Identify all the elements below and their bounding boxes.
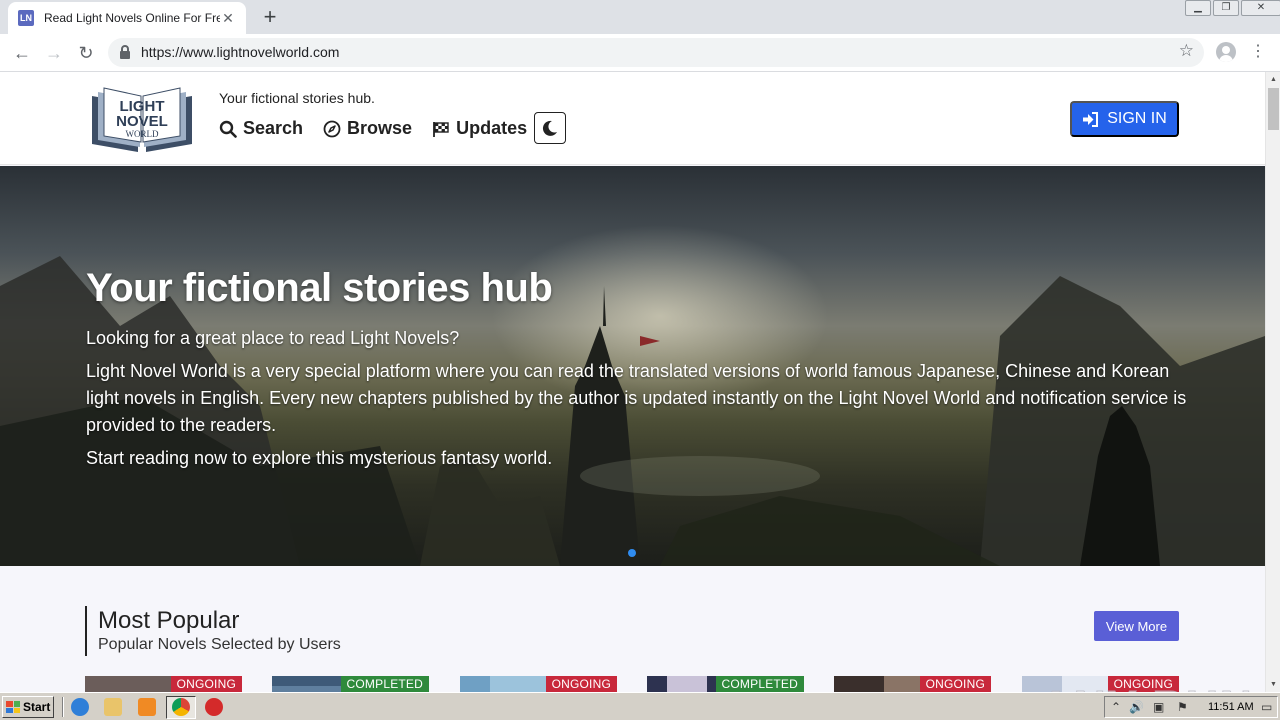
- nav-search-label: Search: [243, 118, 304, 138]
- logo-line-3: WORLD: [126, 129, 159, 139]
- show-desktop-icon[interactable]: ▭: [1261, 700, 1272, 714]
- nav-updates[interactable]: Updates: [432, 118, 527, 139]
- network-icon[interactable]: ▣: [1153, 700, 1164, 714]
- reload-icon[interactable]: ↻: [74, 41, 98, 65]
- lock-icon: [120, 45, 130, 59]
- status-badge: ONGOING: [919, 676, 991, 692]
- search-icon: [219, 120, 237, 138]
- folder-icon[interactable]: [104, 698, 122, 716]
- moon-icon: [542, 120, 557, 136]
- sign-in-button[interactable]: SIGN IN: [1070, 101, 1179, 137]
- hero-call-to-action: Start reading now to explore this myster…: [86, 448, 553, 468]
- status-badge: ONGOING: [545, 676, 617, 692]
- site-tagline: Your fictional stories hub.: [219, 90, 375, 106]
- section-title: Most Popular: [98, 607, 240, 634]
- novel-card[interactable]: ONGOING: [85, 676, 242, 692]
- page-scrollbar[interactable]: ▲ ▼: [1265, 72, 1280, 692]
- scroll-up-icon[interactable]: ▲: [1266, 72, 1280, 87]
- status-badge: COMPLETED: [340, 676, 429, 692]
- taskbar-clock[interactable]: 11:51 AM: [1208, 701, 1254, 713]
- nav-browse-label: Browse: [347, 118, 413, 138]
- site-header: LIGHT NOVEL WORLD Your fictional stories…: [0, 72, 1265, 165]
- logo-line-2: NOVEL: [116, 113, 168, 130]
- nav-browse[interactable]: Browse: [323, 118, 412, 139]
- most-popular-section: Most Popular Popular Novels Selected by …: [85, 606, 1179, 656]
- media-player-icon[interactable]: [138, 698, 156, 716]
- tab-close-icon[interactable]: ✕: [220, 10, 236, 27]
- novel-card[interactable]: ONGOING: [834, 676, 991, 692]
- minimize-icon[interactable]: ▁: [1185, 0, 1211, 16]
- url-text[interactable]: https://www.lightnovelworld.com: [141, 44, 339, 60]
- site-logo[interactable]: LIGHT NOVEL WORLD: [88, 84, 196, 154]
- system-tray: ⌃ 🔊 ▣ ⚑ 11:51 AM ▭: [1104, 696, 1278, 718]
- new-tab-button[interactable]: +: [258, 5, 282, 29]
- hero-title: Your fictional stories hub: [86, 266, 553, 310]
- start-button[interactable]: Start: [2, 696, 54, 718]
- main-nav: Search Browse Updates: [219, 118, 547, 139]
- compass-icon: [323, 120, 341, 137]
- anyrun-watermark: ANY RUN: [1040, 682, 1254, 693]
- taskbar-separator: [62, 697, 64, 717]
- view-more-button[interactable]: View More: [1094, 611, 1179, 641]
- sign-in-label: SIGN IN: [1107, 110, 1167, 127]
- carousel-dot[interactable]: [628, 549, 636, 557]
- novel-card[interactable]: COMPLETED: [647, 676, 804, 692]
- internet-explorer-icon[interactable]: [71, 698, 89, 716]
- nav-search[interactable]: Search: [219, 118, 303, 139]
- novel-card-list: ONGOING COMPLETED ONGOING COMPLETED ONGO…: [85, 676, 1179, 692]
- tab-title: Read Light Novels Online For Free | L: [44, 11, 220, 25]
- antivirus-icon[interactable]: [205, 698, 223, 716]
- theme-toggle-button[interactable]: [534, 112, 566, 144]
- hero-description: Light Novel World is a very special plat…: [86, 361, 1187, 435]
- close-window-icon[interactable]: ✕: [1241, 0, 1280, 16]
- back-arrow-icon[interactable]: ←: [10, 41, 34, 65]
- start-label: Start: [23, 700, 51, 714]
- site-favicon-icon: LN: [18, 10, 34, 26]
- forward-arrow-icon[interactable]: →: [42, 41, 66, 65]
- status-badge: COMPLETED: [715, 676, 804, 692]
- volume-icon[interactable]: 🔊: [1129, 700, 1144, 714]
- browser-titlebar: LN Read Light Novels Online For Free | L…: [0, 0, 1280, 34]
- section-heading: Most Popular Popular Novels Selected by …: [85, 606, 1179, 656]
- hero-content: Your fictional stories hub Looking for a…: [86, 266, 1196, 478]
- star-icon[interactable]: ☆: [1179, 41, 1194, 61]
- chrome-icon: [172, 698, 190, 716]
- profile-icon[interactable]: [1216, 42, 1236, 62]
- hero-banner: Your fictional stories hub Looking for a…: [0, 166, 1265, 566]
- nav-updates-label: Updates: [456, 118, 528, 138]
- windows-taskbar: Start ⌃ 🔊 ▣ ⚑ 11:51 AM ▭: [0, 692, 1280, 720]
- sign-in-icon: [1083, 111, 1099, 127]
- address-bar[interactable]: https://www.lightnovelworld.com ☆: [108, 38, 1204, 67]
- browser-tab[interactable]: LN Read Light Novels Online For Free | L…: [8, 2, 246, 34]
- browser-toolbar: ← → ↻ https://www.lightnovelworld.com ☆ …: [0, 34, 1280, 72]
- checkered-flag-icon: [433, 121, 449, 137]
- tray-expand-icon[interactable]: ⌃: [1111, 700, 1121, 714]
- scroll-down-icon[interactable]: ▼: [1266, 677, 1280, 692]
- windows-logo-icon: [6, 701, 20, 713]
- window-controls: ▁ ❐ ✕: [1183, 0, 1280, 18]
- action-center-flag-icon[interactable]: ⚑: [1177, 700, 1188, 714]
- novel-card[interactable]: ONGOING: [460, 676, 617, 692]
- restore-icon[interactable]: ❐: [1213, 0, 1239, 16]
- page-viewport: LIGHT NOVEL WORLD Your fictional stories…: [0, 72, 1265, 692]
- novel-card[interactable]: COMPLETED: [272, 676, 429, 692]
- section-subtitle: Popular Novels Selected by Users: [98, 636, 341, 653]
- menu-dots-icon[interactable]: ⋮: [1250, 41, 1266, 63]
- status-badge: ONGOING: [170, 676, 242, 692]
- scrollbar-thumb[interactable]: [1268, 88, 1279, 130]
- hero-intro: Looking for a great place to read Light …: [86, 328, 460, 348]
